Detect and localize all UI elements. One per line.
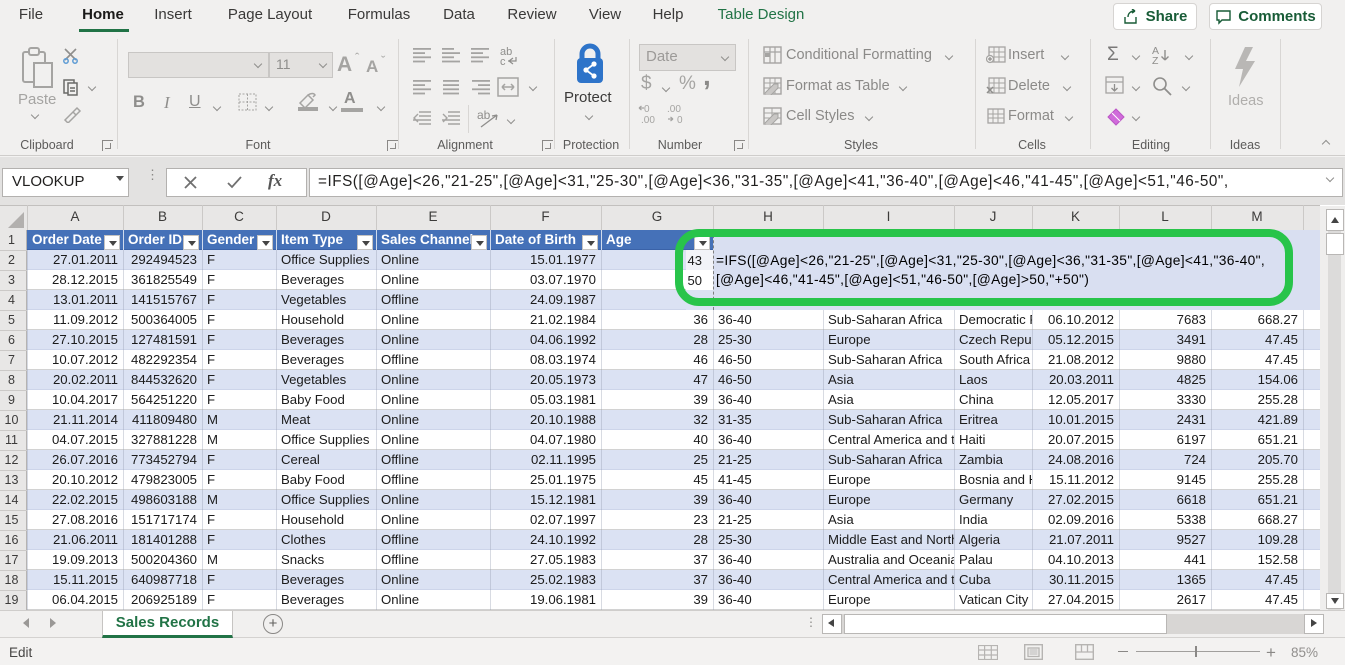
svg-text:0: 0 <box>677 115 683 125</box>
svg-text:ab: ab <box>477 108 491 122</box>
svg-text:c: c <box>500 56 506 67</box>
svg-text:.00: .00 <box>641 115 655 125</box>
svg-text:0: 0 <box>644 104 650 115</box>
svg-text:.00: .00 <box>667 104 681 115</box>
svg-text:Z: Z <box>1152 55 1159 65</box>
